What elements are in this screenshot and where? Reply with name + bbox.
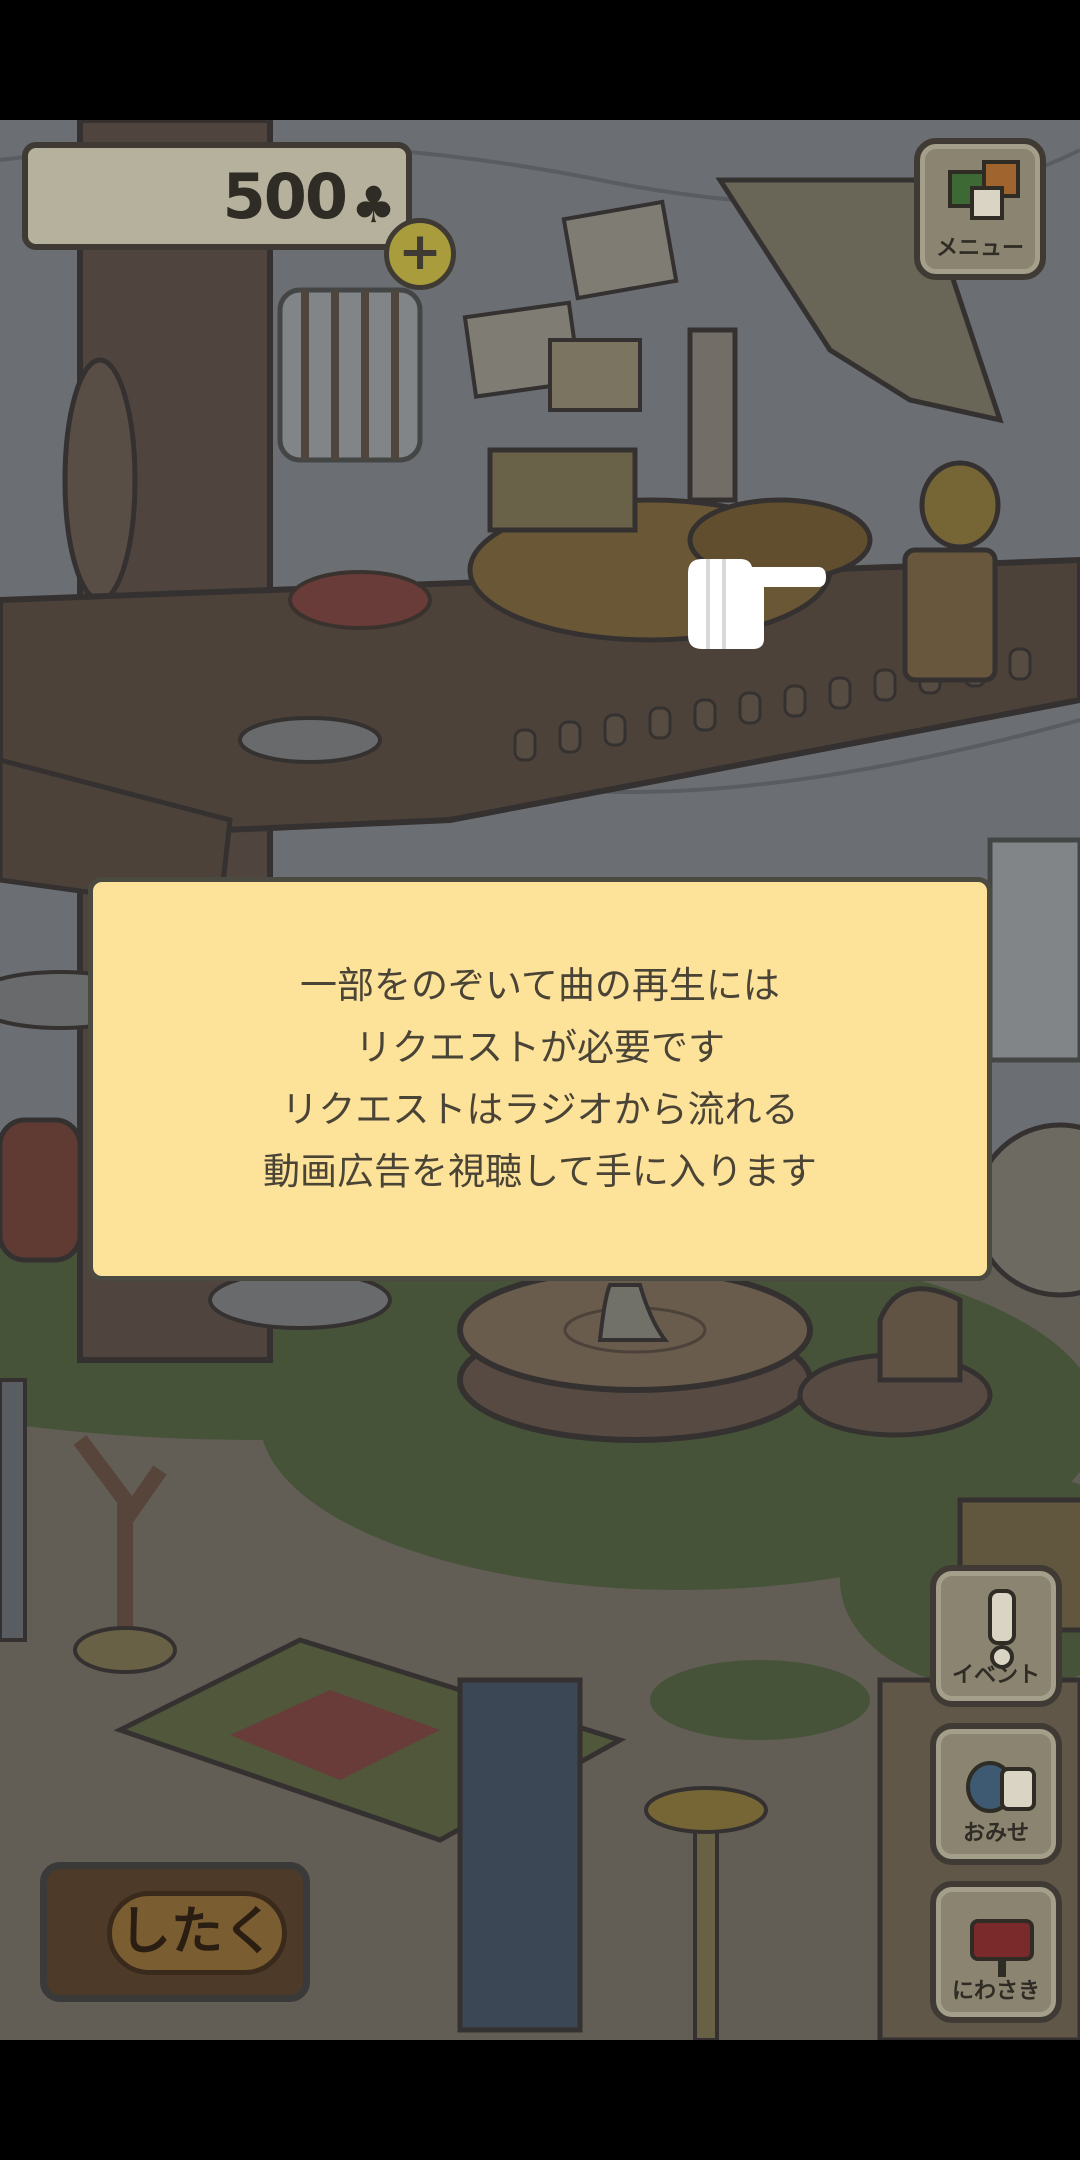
mailbox-icon bbox=[970, 1919, 1034, 1977]
navigation-bar bbox=[0, 2040, 1080, 2160]
pointing-hand-icon bbox=[688, 559, 826, 649]
currency-display: 500 ♣ + bbox=[22, 142, 456, 290]
event-label: イベント bbox=[951, 1663, 1040, 1688]
yard-label: にわさき bbox=[951, 1979, 1040, 2004]
clover-icon: ♣ bbox=[351, 176, 396, 234]
dialog-line-4: 動画広告を視聴して手に入ります bbox=[263, 1150, 817, 1193]
event-button[interactable]: イベント bbox=[930, 1565, 1062, 1707]
shop-label: おみせ bbox=[962, 1821, 1029, 1846]
yard-button[interactable]: にわさき bbox=[930, 1881, 1062, 2023]
prepare-button[interactable]: したく bbox=[40, 1862, 310, 2002]
menu-icon bbox=[948, 160, 1020, 220]
menu-button[interactable]: メニュー bbox=[914, 138, 1046, 280]
dialog-line-2: リクエストが必要です bbox=[355, 1026, 725, 1069]
info-dialog[interactable]: 一部をのぞいて曲の再生には リクエストが必要です リクエストはラジオから流れる … bbox=[88, 877, 992, 1281]
dialog-line-3: リクエストはラジオから流れる bbox=[281, 1088, 799, 1131]
dialog-line-1: 一部をのぞいて曲の再生には bbox=[300, 964, 780, 1007]
prepare-label: したく bbox=[107, 1891, 287, 1975]
plus-icon[interactable]: + bbox=[384, 218, 456, 290]
bags-icon bbox=[966, 1761, 1036, 1813]
currency-amount: 500 bbox=[222, 160, 348, 233]
status-bar bbox=[0, 0, 1080, 120]
menu-label: メニュー bbox=[935, 236, 1024, 261]
shop-button[interactable]: おみせ bbox=[930, 1723, 1062, 1865]
